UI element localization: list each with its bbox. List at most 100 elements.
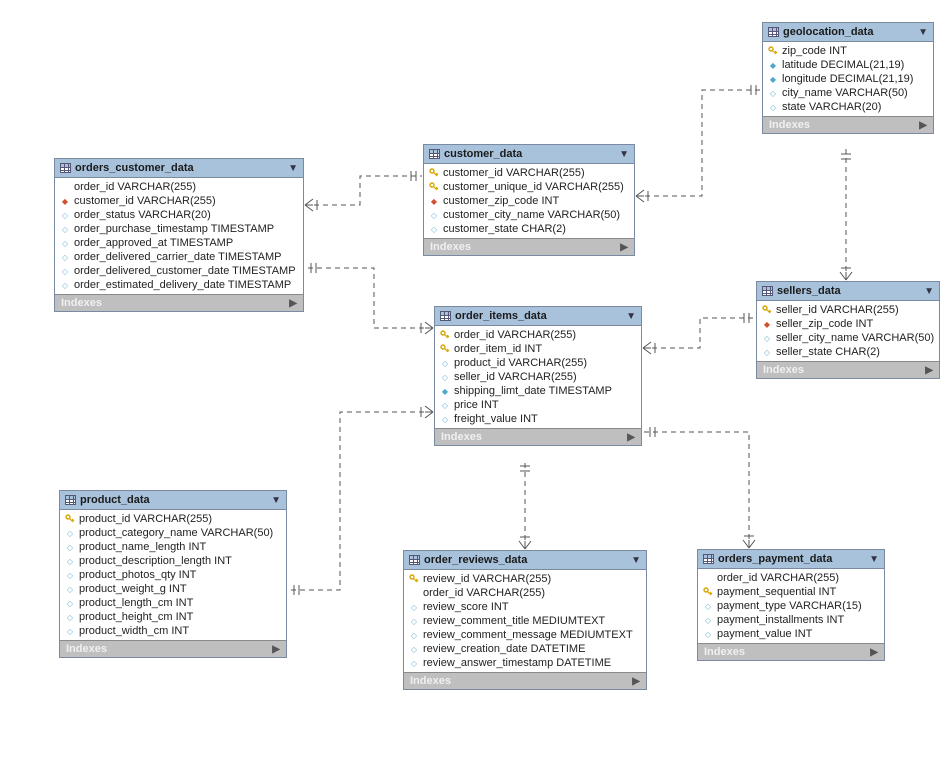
column-row[interactable]: ◇product_category_name VARCHAR(50): [60, 526, 286, 540]
expand-icon[interactable]: ▶: [627, 432, 635, 443]
indexes-section[interactable]: Indexes▶: [698, 643, 884, 660]
column-row[interactable]: customer_id VARCHAR(255): [424, 166, 634, 180]
column-text: product_length_cm INT: [79, 597, 193, 609]
column-row[interactable]: ◇city_name VARCHAR(50): [763, 86, 933, 100]
primary-key-icon: [440, 344, 450, 354]
indexes-section[interactable]: Indexes▶: [55, 294, 303, 311]
expand-icon[interactable]: ▶: [632, 676, 640, 687]
column-row[interactable]: ◇price INT: [435, 398, 641, 412]
table-header[interactable]: product_data▼: [60, 491, 286, 510]
column-row[interactable]: ◇product_name_length INT: [60, 540, 286, 554]
attribute-icon: ◇: [409, 616, 419, 626]
column-row[interactable]: order_id VARCHAR(255): [404, 586, 646, 600]
column-row[interactable]: order_item_id INT: [435, 342, 641, 356]
collapse-icon[interactable]: ▼: [288, 163, 298, 174]
column-row[interactable]: order_id VARCHAR(255): [435, 328, 641, 342]
table-sellers_data[interactable]: sellers_data▼ seller_id VARCHAR(255)◆sell…: [756, 281, 940, 379]
indexes-label: Indexes: [410, 675, 451, 687]
column-row[interactable]: review_id VARCHAR(255): [404, 572, 646, 586]
column-row[interactable]: ◇review_creation_date DATETIME: [404, 642, 646, 656]
column-row[interactable]: ◇order_status VARCHAR(20): [55, 208, 303, 222]
column-row[interactable]: ◇order_delivered_carrier_date TIMESTAMP: [55, 250, 303, 264]
collapse-icon[interactable]: ▼: [869, 554, 879, 565]
collapse-icon[interactable]: ▼: [924, 286, 934, 297]
table-product_data[interactable]: product_data▼product_id VARCHAR(255)◇pro…: [59, 490, 287, 658]
table-header[interactable]: sellers_data▼: [757, 282, 939, 301]
column-text: latitude DECIMAL(21,19): [782, 59, 904, 71]
column-text: order_status VARCHAR(20): [74, 209, 211, 221]
collapse-icon[interactable]: ▼: [619, 149, 629, 160]
column-row[interactable]: ◇product_height_cm INT: [60, 610, 286, 624]
indexes-section[interactable]: Indexes▶: [424, 238, 634, 255]
column-row[interactable]: ◇order_approved_at TIMESTAMP: [55, 236, 303, 250]
expand-icon[interactable]: ▶: [919, 120, 927, 131]
column-row[interactable]: ◆shipping_limt_date TIMESTAMP: [435, 384, 641, 398]
expand-icon[interactable]: ▶: [620, 242, 628, 253]
expand-icon[interactable]: ▶: [925, 365, 933, 376]
column-row[interactable]: ◇product_description_length INT: [60, 554, 286, 568]
table-header[interactable]: geolocation_data▼: [763, 23, 933, 42]
column-row[interactable]: seller_id VARCHAR(255): [757, 303, 939, 317]
table-header[interactable]: orders_payment_data ▼: [698, 550, 884, 569]
column-row[interactable]: ◆customer_zip_code INT: [424, 194, 634, 208]
column-row[interactable]: ◇product_length_cm INT: [60, 596, 286, 610]
column-row[interactable]: ◇state VARCHAR(20): [763, 100, 933, 114]
expand-icon[interactable]: ▶: [272, 644, 280, 655]
column-row[interactable]: ◆longitude DECIMAL(21,19): [763, 72, 933, 86]
column-row[interactable]: order_id VARCHAR(255): [55, 180, 303, 194]
column-row[interactable]: ◇review_score INT: [404, 600, 646, 614]
column-row[interactable]: ◇product_weight_g INT: [60, 582, 286, 596]
column-row[interactable]: ◇order_estimated_delivery_date TIMESTAMP: [55, 278, 303, 292]
column-row[interactable]: order_id VARCHAR(255): [698, 571, 884, 585]
table-orders_customer_data[interactable]: orders_customer_data▼ order_id VARCHAR(25…: [54, 158, 304, 312]
table-customer_data[interactable]: customer_data▼ customer_id VARCHAR(255)cu…: [423, 144, 635, 256]
column-row[interactable]: ◇product_photos_qty INT: [60, 568, 286, 582]
collapse-icon[interactable]: ▼: [631, 555, 641, 566]
column-row[interactable]: ◇seller_city_name VARCHAR(50): [757, 331, 939, 345]
indexes-section[interactable]: Indexes▶: [763, 116, 933, 133]
column-row[interactable]: product_id VARCHAR(255): [60, 512, 286, 526]
column-text: order_id VARCHAR(255): [423, 587, 545, 599]
column-row[interactable]: zip_code INT: [763, 44, 933, 58]
table-header[interactable]: order_items_data▼: [435, 307, 641, 326]
column-row[interactable]: ◆customer_id VARCHAR(255): [55, 194, 303, 208]
table-title: orders_payment_data: [718, 553, 861, 565]
column-row[interactable]: ◇seller_id VARCHAR(255): [435, 370, 641, 384]
column-row[interactable]: payment_sequential INT: [698, 585, 884, 599]
table-geolocation_data[interactable]: geolocation_data▼ zip_code INT◆latitude D…: [762, 22, 934, 134]
column-row[interactable]: ◇seller_state CHAR(2): [757, 345, 939, 359]
indexes-section[interactable]: Indexes ▶: [404, 672, 646, 689]
indexes-section[interactable]: Indexes▶: [60, 640, 286, 657]
expand-icon[interactable]: ▶: [289, 298, 297, 309]
column-row[interactable]: ◇customer_city_name VARCHAR(50): [424, 208, 634, 222]
expand-icon[interactable]: ▶: [870, 647, 878, 658]
attribute-icon: ◇: [440, 358, 450, 368]
table-header[interactable]: customer_data▼: [424, 145, 634, 164]
column-row[interactable]: ◇review_answer_timestamp DATETIME: [404, 656, 646, 670]
collapse-icon[interactable]: ▼: [626, 311, 636, 322]
column-row[interactable]: ◇customer_state CHAR(2): [424, 222, 634, 236]
table-header[interactable]: orders_customer_data▼: [55, 159, 303, 178]
table-order_items_data[interactable]: order_items_data▼ order_id VARCHAR(255)or…: [434, 306, 642, 446]
table-header[interactable]: order_reviews_data▼: [404, 551, 646, 570]
column-row[interactable]: customer_unique_id VARCHAR(255): [424, 180, 634, 194]
indexes-section[interactable]: Indexes▶: [757, 361, 939, 378]
column-row[interactable]: ◇order_purchase_timestamp TIMESTAMP: [55, 222, 303, 236]
indexes-section[interactable]: Indexes▶: [435, 428, 641, 445]
table-order_reviews_data[interactable]: order_reviews_data▼ review_id VARCHAR(255…: [403, 550, 647, 690]
column-row[interactable]: ◇product_id VARCHAR(255): [435, 356, 641, 370]
column-row[interactable]: ◇payment_installments INT: [698, 613, 884, 627]
foreign-key-icon: ◆: [762, 319, 772, 329]
column-row[interactable]: ◇freight_value INT: [435, 412, 641, 426]
collapse-icon[interactable]: ▼: [918, 27, 928, 38]
column-row[interactable]: ◇payment_value INT: [698, 627, 884, 641]
column-row[interactable]: ◇payment_type VARCHAR(15): [698, 599, 884, 613]
column-row[interactable]: ◆seller_zip_code INT: [757, 317, 939, 331]
column-row[interactable]: ◆latitude DECIMAL(21,19): [763, 58, 933, 72]
table-orders_payment_data[interactable]: orders_payment_data ▼ order_id VARCHAR(255…: [697, 549, 885, 661]
column-row[interactable]: ◇product_width_cm INT: [60, 624, 286, 638]
column-row[interactable]: ◇review_comment_title MEDIUMTEXT: [404, 614, 646, 628]
column-row[interactable]: ◇review_comment_message MEDIUMTEXT: [404, 628, 646, 642]
collapse-icon[interactable]: ▼: [271, 495, 281, 506]
column-row[interactable]: ◇order_delivered_customer_date TIMESTAMP: [55, 264, 303, 278]
